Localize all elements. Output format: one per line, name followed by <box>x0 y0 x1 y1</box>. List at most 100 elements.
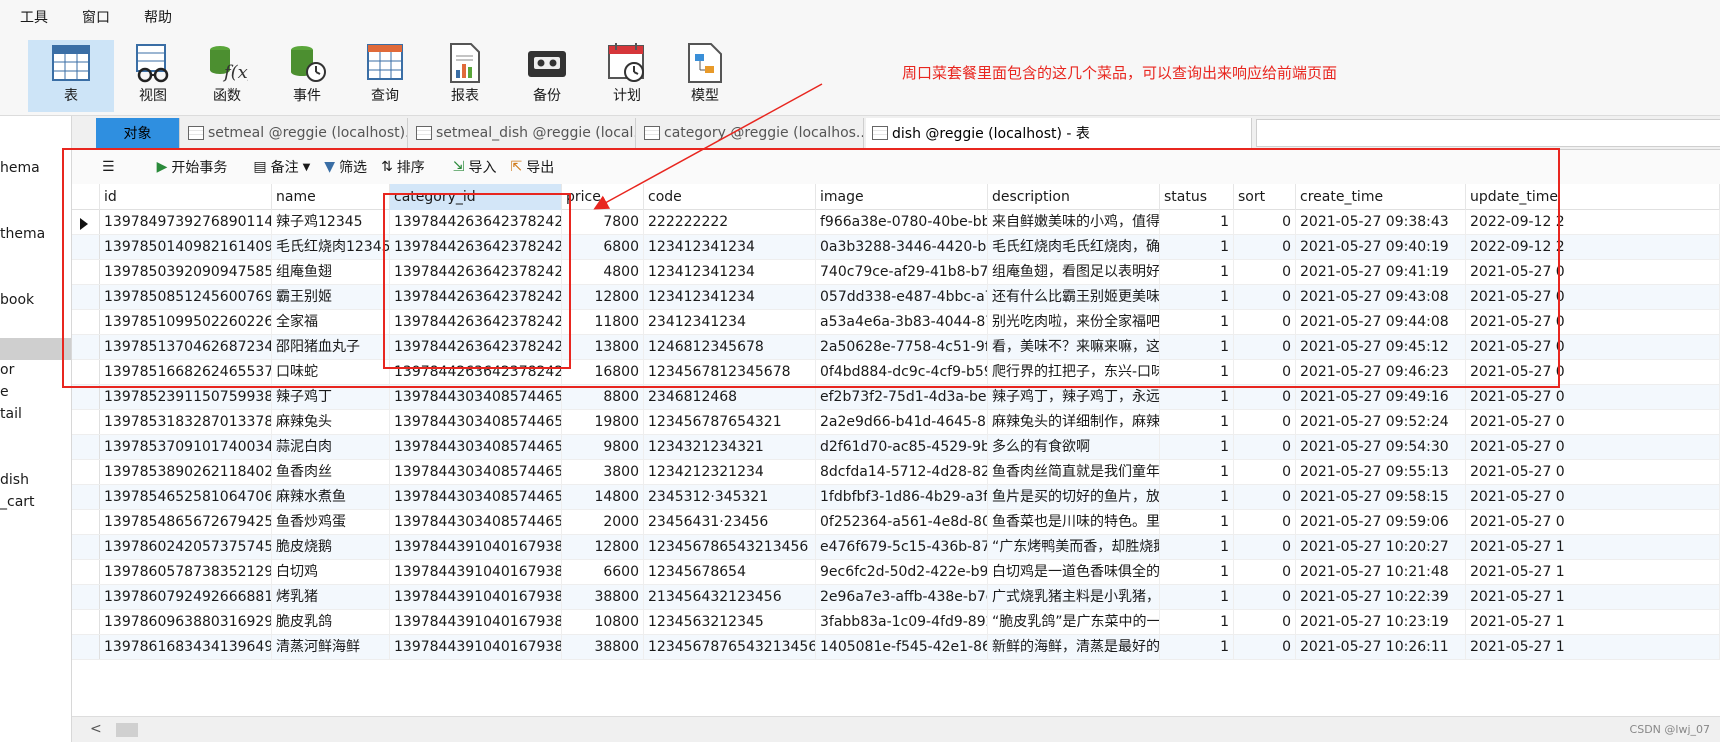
tab-dish[interactable]: dish @reggie (localhost) - 表 <box>866 118 1252 148</box>
cell-update-time[interactable]: 2021-05-27 0 <box>1466 485 1720 509</box>
cell-name[interactable]: 清蒸河鲜海鲜 <box>272 635 390 659</box>
cell-price[interactable]: 12800 <box>562 535 644 559</box>
cell-update-time[interactable]: 2021-05-27 0 <box>1466 460 1720 484</box>
table-row[interactable]: 1397854652581064706 麻辣水煮鱼 1397844303408574… <box>72 485 1720 510</box>
cell-name[interactable]: 鱼香炒鸡蛋 <box>272 510 390 534</box>
cell-update-time[interactable]: 2021-05-27 1 <box>1466 610 1720 634</box>
row-indicator[interactable] <box>72 585 100 609</box>
cell-code[interactable]: 1234567876543213456 <box>644 635 816 659</box>
cell-name[interactable]: 脆皮烧鹅 <box>272 535 390 559</box>
cell-id[interactable]: 1397860242057375745 <box>100 535 272 559</box>
cell-image[interactable]: 2e96a7e3-affb-438e-b7c3 <box>816 585 988 609</box>
cell-sort[interactable]: 0 <box>1234 385 1296 409</box>
cell-name[interactable]: 脆皮乳鸽 <box>272 610 390 634</box>
row-indicator[interactable] <box>72 610 100 634</box>
cell-image[interactable]: d2f61d70-ac85-4529-9b7 <box>816 435 988 459</box>
cell-status[interactable]: 1 <box>1160 560 1234 584</box>
cell-code[interactable]: 123456786543213456 <box>644 535 816 559</box>
cell-create-time[interactable]: 2021-05-27 09:52:24 <box>1296 410 1466 434</box>
cell-create-time[interactable]: 2021-05-27 09:59:06 <box>1296 510 1466 534</box>
nav-item[interactable]: e <box>0 384 9 400</box>
row-indicator[interactable] <box>72 460 100 484</box>
cell-name[interactable]: 烤乳猪 <box>272 585 390 609</box>
cell-category-id[interactable]: 1397844303408574465 <box>390 460 562 484</box>
cell-category-id[interactable]: 1397844391040167938 <box>390 585 562 609</box>
cell-id[interactable]: 1397860792492666881 <box>100 585 272 609</box>
cell-update-time[interactable]: 2021-05-27 1 <box>1466 585 1720 609</box>
cell-price[interactable]: 6600 <box>562 560 644 584</box>
cell-description[interactable]: 白切鸡是一道色香味俱全的特 <box>988 560 1160 584</box>
nav-item[interactable]: thema <box>0 226 45 242</box>
cell-create-time[interactable]: 2021-05-27 10:22:39 <box>1296 585 1466 609</box>
cell-description[interactable]: 鱼香肉丝简直就是我们童年回 <box>988 460 1160 484</box>
cell-create-time[interactable]: 2021-05-27 09:54:30 <box>1296 435 1466 459</box>
cell-status[interactable]: 1 <box>1160 535 1234 559</box>
cell-sort[interactable]: 0 <box>1234 460 1296 484</box>
row-indicator[interactable] <box>72 510 100 534</box>
cell-update-time[interactable]: 2021-05-27 0 <box>1466 435 1720 459</box>
cell-update-time[interactable]: 2021-05-27 1 <box>1466 535 1720 559</box>
cell-category-id[interactable]: 1397844303408574465 <box>390 435 562 459</box>
query-button[interactable]: 查询 <box>342 40 428 112</box>
cell-id[interactable]: 1397854865672679425 <box>100 510 272 534</box>
menu-tools[interactable]: 工具 <box>20 7 48 27</box>
nav-item[interactable]: dish <box>0 472 29 488</box>
cell-update-time[interactable]: 2021-05-27 0 <box>1466 510 1720 534</box>
cell-image[interactable]: ef2b73f2-75d1-4d3a-bee <box>816 385 988 409</box>
cell-price[interactable]: 19800 <box>562 410 644 434</box>
cell-price[interactable]: 10800 <box>562 610 644 634</box>
cell-name[interactable]: 白切鸡 <box>272 560 390 584</box>
table-row[interactable]: 1397853183287013378 麻辣兔头 13978443034085744… <box>72 410 1720 435</box>
schedule-button[interactable]: 计划 <box>584 40 670 112</box>
cell-description[interactable]: 麻辣兔头的详细制作，麻辣鲜 <box>988 410 1160 434</box>
cell-price[interactable]: 8800 <box>562 385 644 409</box>
cell-status[interactable]: 1 <box>1160 385 1234 409</box>
cell-id[interactable]: 1397852391150759938 <box>100 385 272 409</box>
cell-create-time[interactable]: 2021-05-27 09:55:13 <box>1296 460 1466 484</box>
cell-id[interactable]: 1397861683434139649 <box>100 635 272 659</box>
cell-description[interactable]: 辣子鸡丁，辣子鸡丁，永远的 <box>988 385 1160 409</box>
cell-id[interactable]: 1397853890262118402 <box>100 460 272 484</box>
cell-sort[interactable]: 0 <box>1234 510 1296 534</box>
cell-create-time[interactable]: 2021-05-27 10:26:11 <box>1296 635 1466 659</box>
cell-category-id[interactable]: 1397844391040167938 <box>390 535 562 559</box>
menu-help[interactable]: 帮助 <box>144 7 172 27</box>
tab-category[interactable]: category @reggie (localhos... <box>638 118 864 148</box>
cell-status[interactable]: 1 <box>1160 410 1234 434</box>
cell-description[interactable]: “脆皮乳鸽”是广东菜中的一道 <box>988 610 1160 634</box>
nav-item[interactable]: or <box>0 362 14 378</box>
cell-code[interactable]: 12345678654 <box>644 560 816 584</box>
scroll-thumb[interactable] <box>116 723 138 737</box>
row-indicator[interactable] <box>72 410 100 434</box>
cell-name[interactable]: 麻辣兔头 <box>272 410 390 434</box>
cell-update-time[interactable]: 2021-05-27 1 <box>1466 560 1720 584</box>
cell-code[interactable]: 2346812468 <box>644 385 816 409</box>
cell-name[interactable]: 辣子鸡丁 <box>272 385 390 409</box>
cell-name[interactable]: 鱼香肉丝 <box>272 460 390 484</box>
cell-image[interactable]: 9ec6fc2d-50d2-422e-b95 <box>816 560 988 584</box>
cell-sort[interactable]: 0 <box>1234 610 1296 634</box>
cell-sort[interactable]: 0 <box>1234 535 1296 559</box>
cell-sort[interactable]: 0 <box>1234 410 1296 434</box>
cell-image[interactable]: 1fdbfbf3-1d86-4b29-a3fc <box>816 485 988 509</box>
cell-image[interactable]: 1405081e-f545-42e1-86a <box>816 635 988 659</box>
cell-price[interactable]: 9800 <box>562 435 644 459</box>
event-button[interactable]: 事件 <box>264 40 350 112</box>
cell-status[interactable]: 1 <box>1160 510 1234 534</box>
cell-description[interactable]: 广式烧乳猪主料是小乳猪，辅 <box>988 585 1160 609</box>
table-row[interactable]: 1397852391150759938 辣子鸡丁 13978443034085744… <box>72 385 1720 410</box>
cell-sort[interactable]: 0 <box>1234 435 1296 459</box>
cell-status[interactable]: 1 <box>1160 485 1234 509</box>
cell-create-time[interactable]: 2021-05-27 10:21:48 <box>1296 560 1466 584</box>
function-button[interactable]: f(x) 函数 <box>184 40 270 112</box>
cell-sort[interactable]: 0 <box>1234 635 1296 659</box>
cell-image[interactable]: 2a2e9d66-b41d-4645-87b <box>816 410 988 434</box>
cell-category-id[interactable]: 1397844391040167938 <box>390 560 562 584</box>
cell-code[interactable]: 1234212321234 <box>644 460 816 484</box>
nav-item[interactable]: book <box>0 292 34 308</box>
row-indicator[interactable] <box>72 435 100 459</box>
cell-price[interactable]: 38800 <box>562 585 644 609</box>
horizontal-scrollbar[interactable]: < <box>72 716 1720 742</box>
cell-image[interactable]: 3fabb83a-1c09-4fd9-892b <box>816 610 988 634</box>
cell-sort[interactable]: 0 <box>1234 560 1296 584</box>
